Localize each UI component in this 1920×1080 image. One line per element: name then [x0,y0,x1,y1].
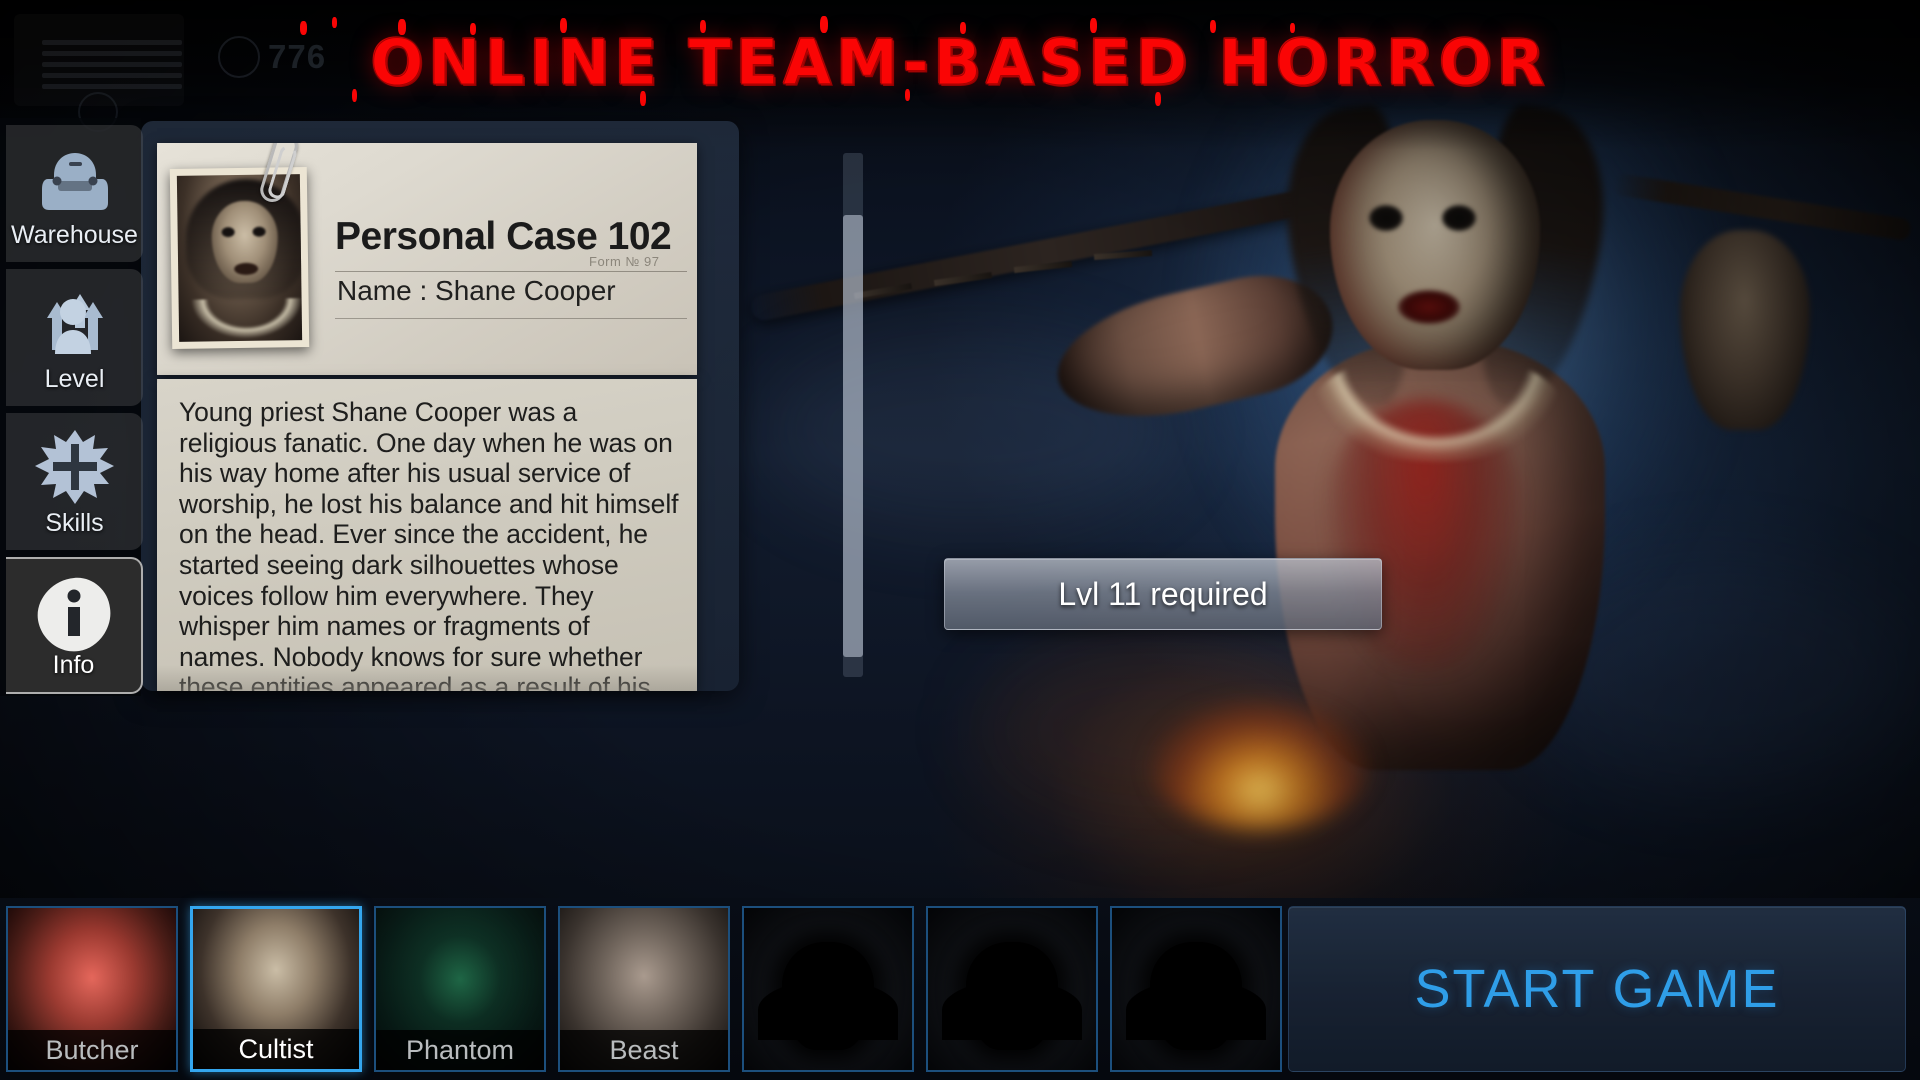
character-card-phantom[interactable]: Phantom [374,906,546,1072]
sidebar-label-info: Info [52,651,95,679]
divider-line [335,318,687,319]
character-card-butcher[interactable]: Butcher [6,906,178,1072]
case-file-panel: Personal Case 102 Form № 97 Name : Shane… [141,121,863,691]
sidebar-item-info[interactable]: Info [6,557,143,694]
level-required-text: Lvl 11 required [1058,575,1268,612]
sidebar-label-skills: Skills [45,509,104,537]
character-card-locked-3[interactable] [1110,906,1282,1072]
bottom-bar: Butcher Cultist Phantom Beast START GAME [0,898,1920,1080]
sidebar-item-skills[interactable]: Skills [6,413,143,550]
case-file-scrollbar[interactable] [843,153,863,677]
backpack-icon [6,137,143,223]
case-file-description: Young priest Shane Cooper was a religiou… [179,397,679,691]
suspect-photo [169,167,310,349]
locked-silhouette-body [942,980,1082,1040]
page-title: ONLINE TEAM-BASED HORROR [0,16,1920,106]
case-file-header-sheet: Personal Case 102 Form № 97 Name : Shane… [157,143,697,375]
page-title-text: ONLINE TEAM-BASED HORROR [370,26,1550,100]
case-file-heading: Personal Case 102 [335,215,672,258]
sidebar-label-level: Level [44,365,105,393]
level-required-banner: Lvl 11 required [944,558,1382,630]
character-name-phantom: Phantom [376,1030,544,1070]
character-card-cultist[interactable]: Cultist [190,906,362,1072]
locked-silhouette-body [1126,980,1266,1040]
info-icon [6,571,141,657]
case-file-body-sheet: Young priest Shane Cooper was a religiou… [157,379,697,691]
start-game-button[interactable]: START GAME [1288,906,1906,1072]
case-file-form-number: Form № 97 [589,254,660,269]
sidebar-item-warehouse[interactable]: Warehouse [6,125,143,262]
divider-line [335,271,687,272]
level-up-icon [6,281,143,367]
character-card-locked-2[interactable] [926,906,1098,1072]
character-card-locked-1[interactable] [742,906,914,1072]
character-card-beast[interactable]: Beast [558,906,730,1072]
left-sidebar: Warehouse Level Skills Info [0,118,143,696]
sidebar-label-warehouse: Warehouse [11,221,138,249]
character-name-cultist: Cultist [193,1029,359,1069]
character-name-butcher: Butcher [8,1030,176,1070]
character-art-locked [744,908,912,1070]
photo-tooth-necklace [190,298,303,340]
character-art-locked [1112,908,1280,1070]
scrollbar-thumb[interactable] [843,215,863,657]
locked-silhouette-body [758,980,898,1040]
skill-burst-icon [6,425,143,511]
character-selection-strip: Butcher Cultist Phantom Beast [6,906,1282,1072]
character-name-beast: Beast [560,1030,728,1070]
suspect-photo-image [176,174,303,342]
character-art-locked [928,908,1096,1070]
case-file-name-field: Name : Shane Cooper [337,275,616,306]
game-main-menu: 776 ONLINE TEAM-BASED HORROR Warehouse L… [0,0,1920,1080]
start-game-label: START GAME [1414,959,1780,1019]
sidebar-item-level[interactable]: Level [6,269,143,406]
